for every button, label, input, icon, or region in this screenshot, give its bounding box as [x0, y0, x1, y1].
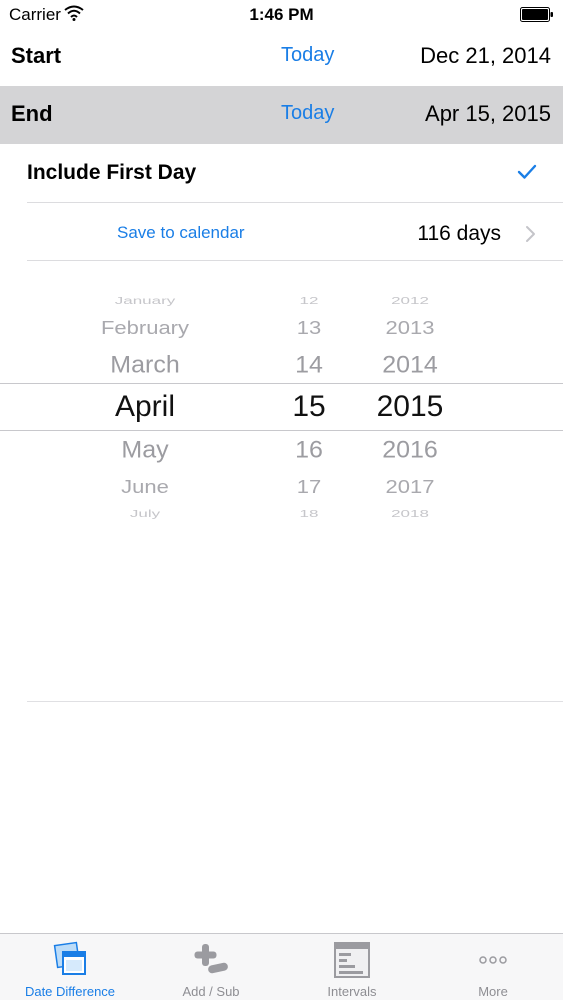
status-bar: Carrier 1:46 PM — [0, 0, 563, 30]
end-date-row[interactable]: End Today Apr 15, 2015 — [0, 86, 563, 144]
calendar-icon — [53, 941, 86, 975]
save-to-calendar-link[interactable]: Save to calendar — [117, 223, 245, 243]
end-label: End — [11, 101, 53, 126]
status-time: 1:46 PM — [249, 5, 314, 24]
picker-year-item[interactable]: 2013 — [310, 318, 510, 338]
more-icon — [479, 956, 507, 964]
start-date-value: Dec 21, 2014 — [420, 43, 551, 68]
picker-year-item[interactable]: 2012 — [310, 295, 510, 306]
tab-add-sub[interactable]: Add / Sub — [141, 934, 281, 1000]
date-picker[interactable]: January February March April May June July 12 1… — [0, 262, 563, 702]
tab-date-difference[interactable]: Date Difference — [0, 934, 140, 1000]
picker-year-item[interactable]: 2016 — [310, 438, 510, 462]
picker-year-item[interactable]: 2017 — [310, 477, 510, 497]
intervals-icon — [334, 942, 370, 978]
tab-label: Date Difference — [24, 984, 116, 999]
save-row[interactable]: Save to calendar 116 days — [0, 203, 563, 261]
picker-year-item[interactable]: 2018 — [310, 508, 510, 519]
tab-label: Intervals — [327, 984, 377, 999]
include-first-day-label: Include First Day — [27, 161, 197, 184]
chevron-right-icon — [526, 226, 535, 242]
picker-selection-bottom-line — [0, 430, 563, 431]
days-count: 116 days — [417, 222, 501, 245]
tab-more[interactable]: More — [423, 934, 563, 1000]
picker-year-item[interactable]: 2014 — [310, 353, 510, 377]
checkmark-icon — [517, 164, 537, 179]
include-first-day-row[interactable]: Include First Day — [0, 144, 563, 202]
plus-minus-icon — [194, 944, 228, 974]
battery-icon — [520, 7, 553, 22]
end-date-value: Apr 15, 2015 — [425, 101, 551, 126]
picker-year-selected[interactable]: 2015 — [310, 392, 510, 422]
tab-label: Add / Sub — [182, 984, 240, 999]
start-date-row[interactable]: Start Today Dec 21, 2014 — [0, 28, 563, 86]
tab-bar: Date Difference Add / Sub Intervals More — [0, 933, 563, 1000]
start-label: Start — [11, 43, 62, 68]
picker-selection-top-line — [0, 383, 563, 384]
end-today-button[interactable]: Today — [281, 102, 334, 125]
tab-intervals[interactable]: Intervals — [282, 934, 422, 1000]
start-today-button[interactable]: Today — [281, 44, 334, 67]
picker-bottom-separator — [27, 701, 563, 702]
separator — [27, 260, 563, 261]
tab-label: More — [478, 984, 508, 999]
